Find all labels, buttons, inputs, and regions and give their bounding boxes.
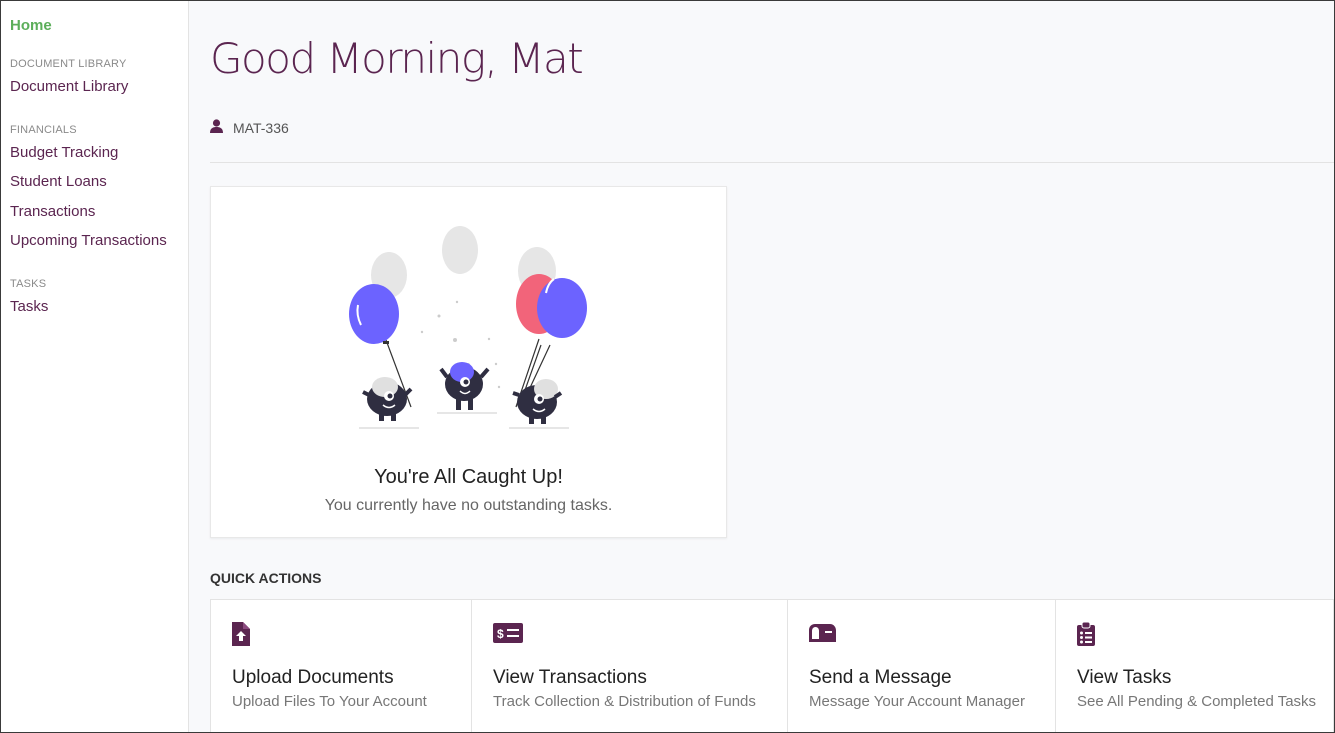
sidebar-section-title: TASKS <box>10 277 47 290</box>
sidebar-section-document-library: DOCUMENT LIBRARY Document Library <box>10 56 188 102</box>
sidebar-section-title: DOCUMENT LIBRARY <box>10 58 127 70</box>
balloons-illustration <box>341 217 601 452</box>
money-check-icon: $ <box>493 622 523 648</box>
sidebar-section-financials: FINANCIALS Budget Tracking Student Loans… <box>10 122 188 256</box>
sidebar-item-home[interactable]: Home <box>10 15 188 37</box>
sidebar-section-tasks: TASKS Tasks <box>10 276 188 322</box>
tasks-status-subtitle: You currently have no outstanding tasks. <box>324 497 613 514</box>
sidebar-item-budget-tracking[interactable]: Budget Tracking <box>10 138 188 168</box>
quick-action-description: Track Collection & Distribution of Funds <box>493 693 756 710</box>
account-id-row: MAT-336 <box>210 119 289 136</box>
sidebar-item-transactions[interactable]: Transactions <box>10 197 188 227</box>
account-id: MAT-336 <box>233 119 289 136</box>
quick-actions-title: QUICK ACTIONS <box>210 570 322 586</box>
user-icon <box>210 119 223 136</box>
header-divider <box>210 162 1334 163</box>
sidebar-item-document-library[interactable]: Document Library <box>10 72 188 102</box>
tasks-status-title: You're All Caught Up! <box>374 466 563 488</box>
quick-action-label: Upload Documents <box>232 667 394 688</box>
main-content: Good Morning, Mat MAT-336 You're All Cau… <box>189 1 1334 732</box>
quick-action-view-tasks[interactable]: View Tasks See All Pending & Completed T… <box>1055 599 1334 732</box>
quick-action-send-message[interactable]: Send a Message Message Your Account Mana… <box>787 599 1055 732</box>
quick-action-label: View Tasks <box>1077 667 1172 688</box>
quick-action-description: Message Your Account Manager <box>809 693 1025 710</box>
file-upload-icon <box>232 622 262 648</box>
mailbox-icon <box>809 622 839 648</box>
quick-action-label: View Transactions <box>493 667 647 688</box>
sidebar-item-tasks[interactable]: Tasks <box>10 292 188 322</box>
quick-action-label: Send a Message <box>809 667 952 688</box>
clipboard-list-icon <box>1077 621 1107 648</box>
sidebar: Home DOCUMENT LIBRARY Document Library F… <box>1 1 189 732</box>
svg-text:$: $ <box>497 627 504 641</box>
app-window: Home DOCUMENT LIBRARY Document Library F… <box>0 0 1335 733</box>
sidebar-section-title: FINANCIALS <box>10 123 77 136</box>
tasks-status-card: You're All Caught Up! You currently have… <box>210 186 727 538</box>
sidebar-item-upcoming-transactions[interactable]: Upcoming Transactions <box>10 226 188 256</box>
sidebar-item-student-loans[interactable]: Student Loans <box>10 167 188 197</box>
quick-action-description: Upload Files To Your Account <box>232 693 427 710</box>
quick-action-description: See All Pending & Completed Tasks <box>1077 693 1317 710</box>
quick-actions-row: Upload Documents Upload Files To Your Ac… <box>210 599 1334 732</box>
quick-action-view-transactions[interactable]: $ View Transactions Track Collection & D… <box>471 599 787 732</box>
quick-action-upload-documents[interactable]: Upload Documents Upload Files To Your Ac… <box>210 599 471 732</box>
page-title: Good Morning, Mat <box>210 34 584 83</box>
